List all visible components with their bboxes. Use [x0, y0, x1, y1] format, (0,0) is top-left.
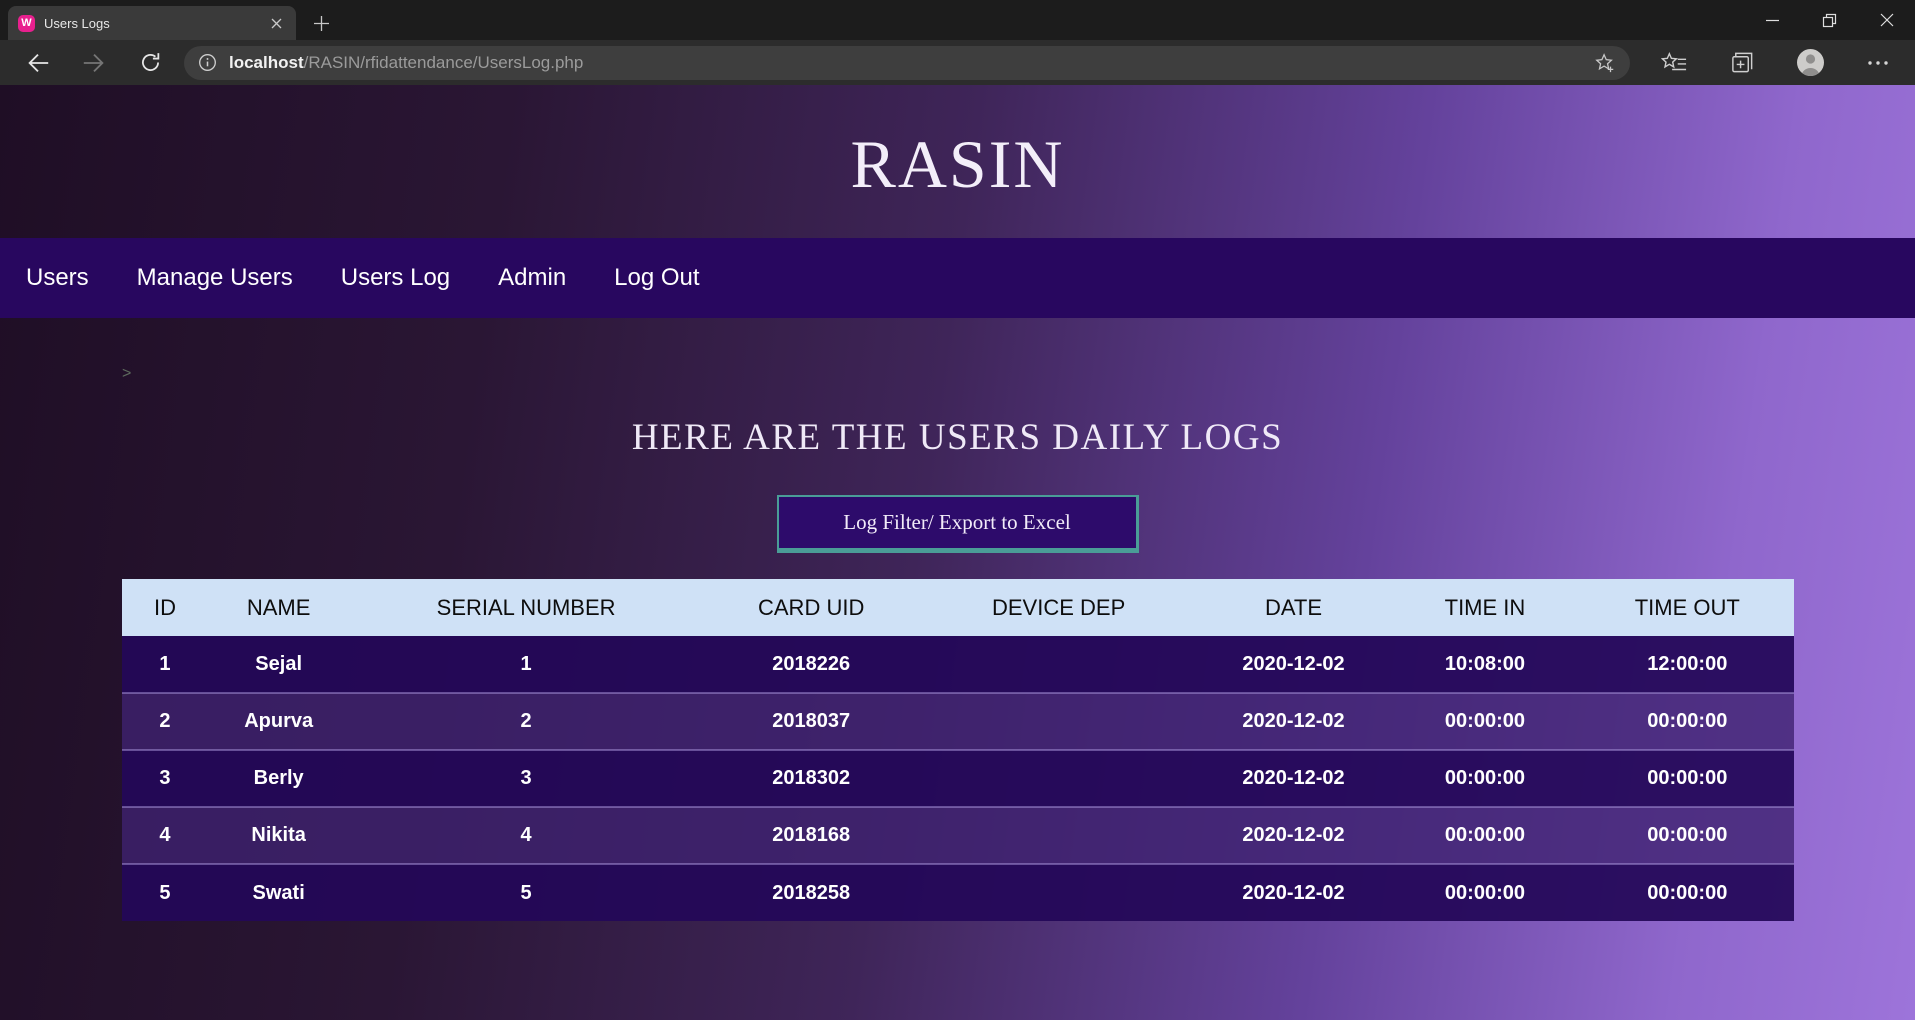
- cell-name: Swati: [252, 881, 305, 904]
- stray-character: >: [122, 365, 132, 382]
- cell-time-in: 00:00:00: [1444, 710, 1525, 732]
- log-filter-export-button[interactable]: Log Filter/ Export to Excel: [776, 495, 1139, 553]
- table-row: 1 Sejal 1 2018226 2020-12-02 10:08:00 12…: [121, 636, 1794, 693]
- cell-date: 2020-12-02: [1242, 767, 1345, 789]
- users-log-table: ID NAME SERIAL NUMBER CARD UID DEVICE DE…: [121, 579, 1794, 921]
- cell-device-dep: [919, 693, 1198, 750]
- cell-card-uid: 2018168: [772, 824, 851, 846]
- cell-date: 2020-12-02: [1242, 710, 1345, 732]
- nav-item-admin[interactable]: Admin: [474, 264, 590, 292]
- cell-card-uid: 2018037: [772, 710, 851, 732]
- col-card-uid: CARD UID: [703, 579, 920, 636]
- table-row: 4 Nikita 4 2018168 2020-12-02 00:00:00 0…: [121, 807, 1794, 864]
- col-id: ID: [121, 579, 209, 636]
- cell-serial: 1: [520, 652, 532, 675]
- cell-time-out: 00:00:00: [1647, 767, 1728, 789]
- site-brand-title: RASIN: [850, 126, 1065, 202]
- cell-card-uid: 2018226: [772, 652, 851, 675]
- col-date: DATE: [1198, 579, 1389, 636]
- tab-close-icon[interactable]: [266, 13, 286, 33]
- refresh-icon[interactable]: [122, 43, 178, 83]
- cell-date: 2020-12-02: [1242, 824, 1345, 846]
- table-row: 5 Swati 5 2018258 2020-12-02 00:00:00 00…: [121, 864, 1794, 921]
- add-favorite-star-icon[interactable]: [1594, 52, 1616, 74]
- cell-device-dep: [919, 807, 1198, 864]
- cell-card-uid: 2018258: [772, 881, 851, 904]
- cell-id: 2: [159, 710, 171, 732]
- col-serial-number: SERIAL NUMBER: [348, 579, 704, 636]
- cell-serial: 2: [520, 710, 532, 732]
- cell-card-uid: 2018302: [772, 767, 851, 789]
- col-device-dep: DEVICE DEP: [919, 579, 1199, 636]
- nav-item-users[interactable]: Users: [2, 264, 113, 292]
- tab-title: Users Logs: [44, 15, 110, 31]
- cell-name: Apurva: [244, 710, 314, 732]
- browser-toolbar: localhost/RASIN/rfidattendance/UsersLog.…: [0, 40, 1915, 85]
- site-header: RASIN: [0, 85, 1915, 238]
- restore-icon[interactable]: [1801, 0, 1858, 40]
- cell-time-in: 00:00:00: [1444, 881, 1525, 904]
- cell-time-out: 00:00:00: [1647, 824, 1728, 846]
- cell-time-out: 00:00:00: [1647, 710, 1728, 732]
- table-row: 3 Berly 3 2018302 2020-12-02 00:00:00 00…: [121, 750, 1794, 807]
- nav-item-log-out[interactable]: Log Out: [590, 264, 723, 292]
- window-controls: [1744, 0, 1915, 40]
- url-text: localhost/RASIN/rfidattendance/UsersLog.…: [229, 53, 583, 73]
- page-title: HERE ARE THE USERS DAILY LOGS: [631, 417, 1284, 458]
- url-path: /RASIN/rfidattendance/UsersLog.php: [303, 52, 584, 72]
- browser-window: W Users Logs localhost/RASIN/rfidattenda…: [0, 0, 1915, 1020]
- browser-tab-users-logs[interactable]: W Users Logs: [8, 6, 296, 40]
- cell-serial: 4: [520, 824, 532, 846]
- main-navbar: Users Manage Users Users Log Admin Log O…: [0, 238, 1915, 318]
- back-icon[interactable]: [10, 43, 66, 83]
- cell-time-in: 10:08:00: [1444, 652, 1525, 675]
- close-icon[interactable]: [1858, 0, 1915, 40]
- col-time-in: TIME IN: [1388, 579, 1582, 636]
- collections-icon[interactable]: [1718, 43, 1766, 83]
- avatar-person-icon: [1796, 49, 1824, 76]
- profile-avatar[interactable]: [1786, 43, 1834, 83]
- cell-time-in: 00:00:00: [1444, 767, 1525, 789]
- cell-device-dep: [919, 636, 1198, 693]
- new-tab-icon[interactable]: [310, 12, 332, 34]
- cell-id: 5: [159, 881, 171, 904]
- settings-ellipsis-icon[interactable]: [1854, 43, 1902, 83]
- webpage: RASIN Users Manage Users Users Log Admin…: [0, 85, 1915, 1020]
- cell-serial: 3: [520, 767, 532, 789]
- cell-id: 3: [159, 767, 171, 789]
- nav-item-manage-users[interactable]: Manage Users: [113, 264, 317, 292]
- url-host: localhost: [229, 52, 304, 72]
- cell-name: Sejal: [255, 652, 302, 675]
- cell-time-in: 00:00:00: [1444, 824, 1525, 846]
- favorites-bar-icon[interactable]: [1650, 43, 1698, 83]
- browser-titlebar: W Users Logs: [0, 0, 1915, 40]
- nav-item-users-log[interactable]: Users Log: [317, 264, 474, 292]
- site-info-icon[interactable]: [198, 53, 217, 72]
- cell-device-dep: [919, 750, 1198, 807]
- minimize-icon[interactable]: [1744, 0, 1801, 40]
- wampserver-favicon-icon: W: [18, 14, 35, 32]
- cell-time-out: 12:00:00: [1647, 652, 1728, 675]
- cell-device-dep: [919, 864, 1198, 921]
- cell-date: 2020-12-02: [1242, 881, 1345, 904]
- cell-time-out: 00:00:00: [1647, 881, 1728, 904]
- cell-date: 2020-12-02: [1242, 652, 1345, 675]
- cell-name: Berly: [253, 767, 304, 789]
- cell-serial: 5: [520, 881, 532, 904]
- table-row: 2 Apurva 2 2018037 2020-12-02 00:00:00 0…: [121, 693, 1794, 750]
- col-time-out: TIME OUT: [1581, 579, 1794, 636]
- cell-name: Nikita: [251, 824, 306, 846]
- cell-id: 4: [159, 824, 171, 846]
- address-bar[interactable]: localhost/RASIN/rfidattendance/UsersLog.…: [184, 45, 1630, 80]
- table-header-row: ID NAME SERIAL NUMBER CARD UID DEVICE DE…: [121, 579, 1794, 636]
- forward-icon[interactable]: [66, 43, 122, 83]
- cell-id: 1: [159, 652, 171, 675]
- col-name: NAME: [208, 579, 349, 636]
